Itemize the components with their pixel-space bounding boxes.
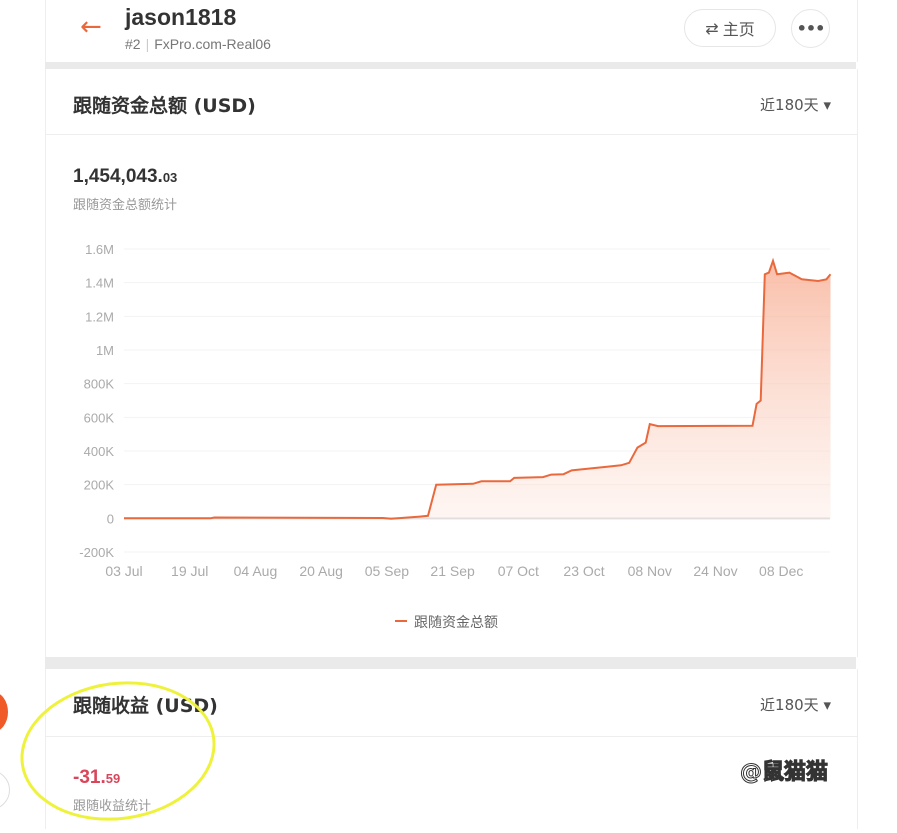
x-tick-label: 19 Jul xyxy=(171,563,208,579)
total-funds-chart: -200K 0 200K 400K 600K 800K 1M 1.2M 1.4M 1.6M 03 J… xyxy=(79,242,832,630)
x-tick-label: 04 Aug xyxy=(234,563,278,579)
section-gap xyxy=(45,657,856,669)
x-tick-label: 23 Oct xyxy=(563,563,604,579)
y-tick-label: 0 xyxy=(107,511,114,526)
area-fill xyxy=(124,260,831,519)
y-tick-label: 200K xyxy=(84,478,115,493)
x-tick-label: 03 Jul xyxy=(105,563,142,579)
range-dropdown[interactable]: 近180天 ▾ xyxy=(760,694,831,715)
y-tick-label: 1.2M xyxy=(85,309,114,324)
x-tick-label: 24 Nov xyxy=(693,563,737,579)
x-tick-label: 05 Sep xyxy=(365,563,410,579)
floating-button[interactable] xyxy=(0,692,8,732)
floating-circle[interactable] xyxy=(0,770,10,810)
legend-label: 跟随资金总额 xyxy=(414,614,498,630)
y-tick-label: 1M xyxy=(96,343,114,358)
watermark: @鼠猫猫 xyxy=(739,760,829,786)
x-tick-label: 07 Oct xyxy=(498,563,539,579)
y-tick-label: 1.6M xyxy=(85,242,114,257)
x-tick-label: 20 Aug xyxy=(299,563,343,579)
y-tick-label: 1.4M xyxy=(85,276,114,291)
y-tick-label: 600K xyxy=(84,410,115,425)
x-tick-label: 08 Dec xyxy=(759,563,803,579)
y-tick-label: -200K xyxy=(79,545,114,560)
x-tick-label: 08 Nov xyxy=(628,563,672,579)
y-tick-label: 800K xyxy=(84,377,115,392)
x-tick-label: 21 Sep xyxy=(430,563,475,579)
y-tick-label: 400K xyxy=(84,444,115,459)
